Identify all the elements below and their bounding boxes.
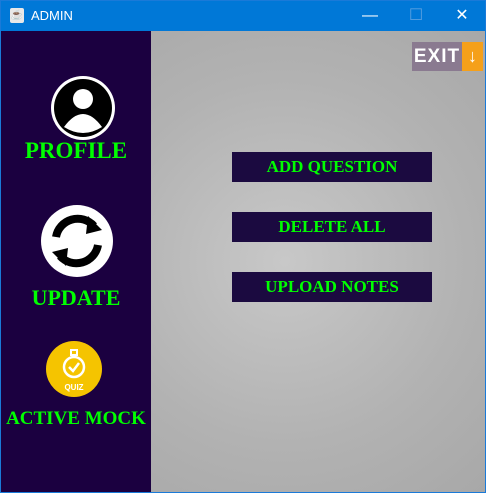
minimize-button[interactable]: —	[347, 1, 393, 31]
exit-button[interactable]: EXIT ↓	[412, 42, 483, 71]
sidebar: PROFILE UPDATE QUIZ ACTIVE MOCK	[1, 31, 151, 492]
main-panel: EXIT ↓ ADD QUESTION DELETE ALL UPLOAD NO…	[151, 31, 485, 492]
upload-notes-button[interactable]: UPLOAD NOTES	[232, 272, 432, 302]
sidebar-item-active-mock[interactable]: ACTIVE MOCK	[1, 408, 151, 430]
java-app-icon: ☕	[10, 8, 24, 23]
exit-label: EXIT	[412, 42, 462, 71]
maximize-button[interactable]: ☐	[393, 1, 439, 31]
admin-window: ☕ ADMIN — ☐ ✕ PROFILE UPDATE QUIZ ACTIVE…	[0, 0, 486, 493]
quiz-badge: QUIZ	[64, 383, 83, 392]
sidebar-item-profile[interactable]: PROFILE	[1, 138, 151, 164]
arrow-down-icon: ↓	[462, 42, 483, 71]
quiz-timer-icon[interactable]: QUIZ	[46, 341, 102, 397]
update-icon[interactable]	[40, 204, 114, 278]
add-question-button[interactable]: ADD QUESTION	[232, 152, 432, 182]
close-button[interactable]: ✕	[439, 1, 485, 31]
window-title: ADMIN	[31, 8, 73, 23]
profile-icon[interactable]	[50, 75, 116, 141]
delete-all-button[interactable]: DELETE ALL	[232, 212, 432, 242]
sidebar-item-update[interactable]: UPDATE	[1, 285, 151, 311]
title-bar: ☕ ADMIN — ☐ ✕	[1, 1, 485, 31]
